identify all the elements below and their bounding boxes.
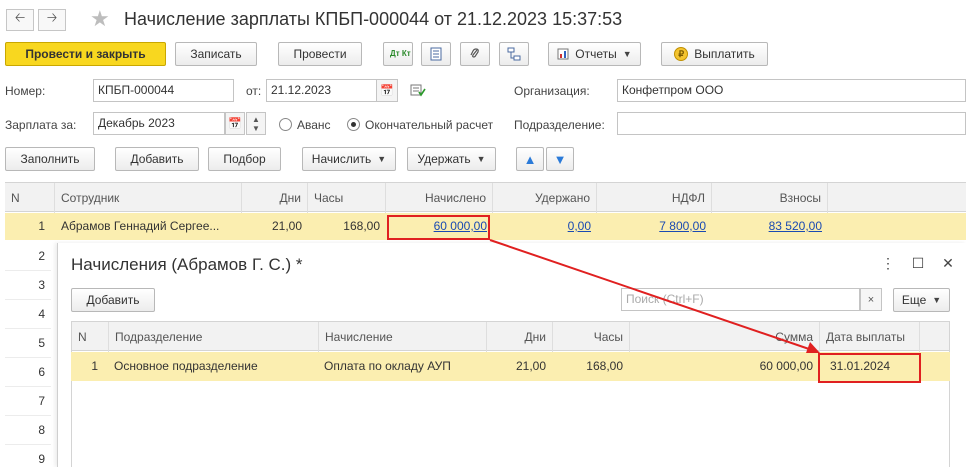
annotation-arrow	[489, 239, 820, 353]
